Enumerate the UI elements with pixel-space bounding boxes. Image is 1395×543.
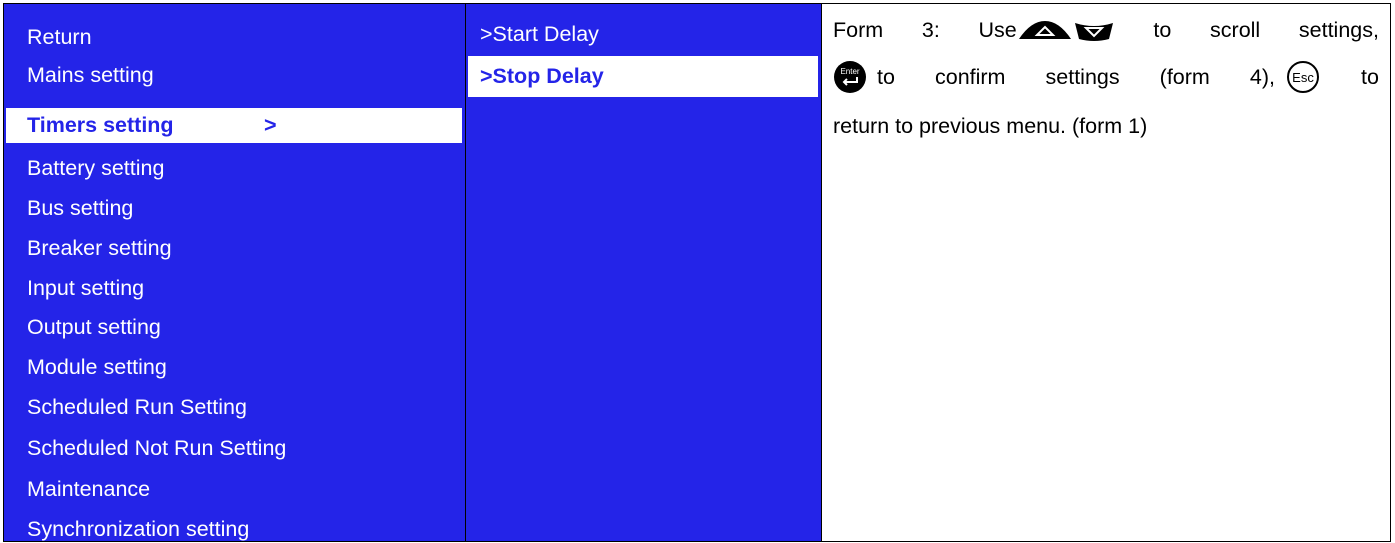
menu-item-maintenance[interactable]: Maintenance xyxy=(27,475,150,503)
menu-item-label: Timers setting xyxy=(27,113,174,137)
menu-item-synchronization-setting[interactable]: Synchronization setting xyxy=(27,515,249,543)
menu-item-breaker-setting[interactable]: Breaker setting xyxy=(27,234,172,262)
enter-key-icon: Enter xyxy=(834,61,866,93)
help-line-1: Form 3: Use to scroll settings, xyxy=(833,18,1379,43)
help-word: scroll xyxy=(1210,18,1261,42)
help-word: confirm xyxy=(934,64,1006,89)
help-word: settings, xyxy=(1298,18,1379,42)
help-word: 3: xyxy=(921,18,940,42)
menu-item-mains-setting[interactable]: Mains setting xyxy=(27,61,154,89)
help-line-2: Enter to confirm settings (form 4), Esc … xyxy=(833,60,1379,94)
enter-key-label: Enter xyxy=(840,67,859,76)
menu-item-output-setting[interactable]: Output setting xyxy=(27,313,161,341)
help-word: to xyxy=(1153,18,1172,42)
submenu-arrow-icon: > xyxy=(264,113,277,137)
settings-table: Return Mains setting Timers setting > Ba… xyxy=(3,3,1391,542)
help-word: 4), xyxy=(1249,64,1275,89)
help-word: Use xyxy=(978,18,1017,42)
help-word: (form xyxy=(1159,64,1210,89)
help-word: to xyxy=(1361,64,1379,89)
help-word-to: Enter to xyxy=(833,60,895,94)
help-column: Form 3: Use to scroll settings, Enter to… xyxy=(822,4,1390,541)
menu-item-scheduled-not-run-setting[interactable]: Scheduled Not Run Setting xyxy=(27,434,286,462)
sub-menu-column: >Start Delay >Stop Delay xyxy=(466,4,822,541)
help-word: to xyxy=(877,64,895,89)
menu-item-input-setting[interactable]: Input setting xyxy=(27,274,144,302)
menu-item-battery-setting[interactable]: Battery setting xyxy=(27,154,164,182)
menu-item-return[interactable]: Return xyxy=(27,23,92,51)
menu-item-bus-setting[interactable]: Bus setting xyxy=(27,194,133,222)
main-menu-column: Return Mains setting Timers setting > Ba… xyxy=(4,4,466,541)
esc-key-label: Esc xyxy=(1292,70,1314,85)
down-arrow-icon xyxy=(1074,22,1113,41)
menu-item-scheduled-run-setting[interactable]: Scheduled Run Setting xyxy=(27,393,247,421)
menu-item-timers-setting[interactable]: Timers setting > xyxy=(6,108,462,143)
help-word-esc: 4), Esc xyxy=(1250,60,1321,94)
help-word-use: Use xyxy=(978,18,1114,43)
esc-key-icon: Esc xyxy=(1286,61,1319,93)
sub-item-stop-delay[interactable]: >Stop Delay xyxy=(468,56,818,97)
up-arrow-icon xyxy=(1018,20,1071,39)
help-line-3: return to previous menu. (form 1) xyxy=(833,114,1148,138)
menu-item-module-setting[interactable]: Module setting xyxy=(27,353,167,381)
help-word: settings xyxy=(1045,64,1120,89)
sub-item-start-delay[interactable]: >Start Delay xyxy=(480,20,599,48)
help-word: Form xyxy=(833,18,884,42)
